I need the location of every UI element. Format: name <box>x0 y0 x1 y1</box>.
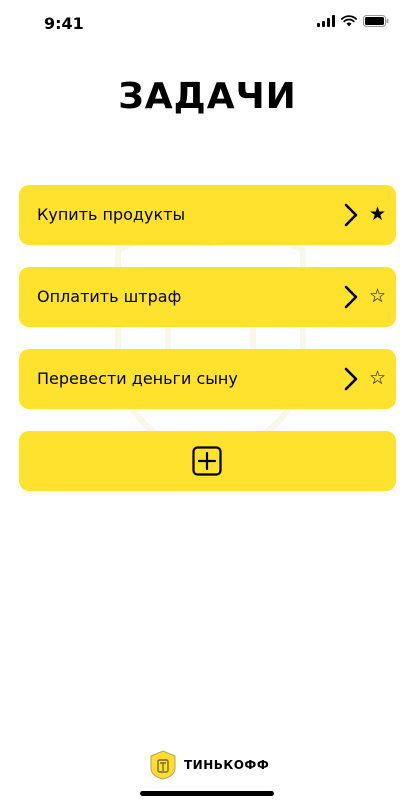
task-item[interactable]: Перевести деньги сыну ☆ <box>19 349 396 409</box>
signal-icon <box>317 15 335 27</box>
tinkoff-emblem-icon <box>150 750 176 780</box>
chevron-right-icon[interactable] <box>344 367 358 391</box>
star-filled-icon[interactable]: ★ <box>369 202 386 226</box>
chevron-right-icon[interactable] <box>344 285 358 309</box>
status-time: 9:41 <box>44 14 84 33</box>
star-outline-icon[interactable]: ☆ <box>369 284 386 308</box>
page-title: ЗАДАЧИ <box>118 76 297 117</box>
task-label: Оплатить штраф <box>37 287 182 306</box>
battery-icon <box>363 15 389 27</box>
task-label: Перевести деньги сыну <box>37 369 238 388</box>
status-bar: 9:41 <box>0 0 415 44</box>
task-label: Купить продукты <box>37 205 186 224</box>
footer-brand: ТИНЬКОФФ <box>184 758 270 772</box>
chevron-right-icon[interactable] <box>344 203 358 227</box>
task-item[interactable]: Купить продукты ★ <box>19 185 396 245</box>
star-outline-icon[interactable]: ☆ <box>369 366 386 390</box>
add-task-button[interactable] <box>19 431 396 491</box>
plus-square-icon[interactable] <box>192 446 222 476</box>
home-indicator[interactable] <box>140 791 274 796</box>
status-icons <box>317 15 389 27</box>
footer-logo: ТИНЬКОФФ <box>148 750 269 780</box>
wifi-icon <box>341 15 357 27</box>
task-item[interactable]: Оплатить штраф ☆ <box>19 267 396 327</box>
